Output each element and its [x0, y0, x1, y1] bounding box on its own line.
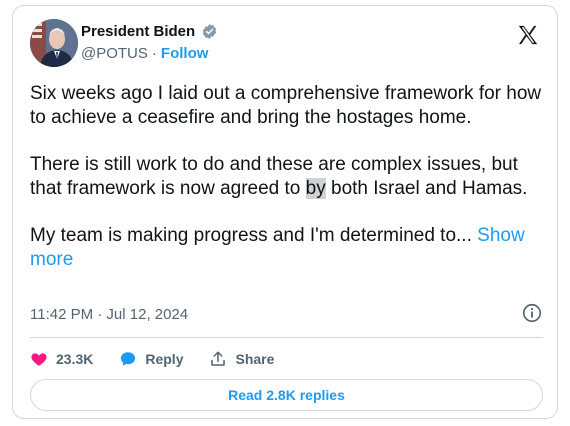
- avatar-image: [30, 19, 78, 67]
- avatar[interactable]: [30, 19, 78, 67]
- handle-separator: ·: [151, 45, 157, 62]
- like-count: 23.3K: [56, 351, 94, 367]
- tweet-paragraph-2: There is still work to do and these are …: [30, 153, 545, 201]
- highlighted-word: by: [305, 178, 326, 199]
- reply-label: Reply: [145, 351, 184, 367]
- action-bar: 23.3K Reply Share: [30, 346, 274, 372]
- verified-badge-icon: [202, 24, 217, 39]
- reply-bubble-icon: [121, 352, 136, 366]
- timestamp[interactable]: 11:42 PM · Jul 12, 2024: [30, 306, 188, 323]
- tweet-text: Six weeks ago I laid out a comprehensive…: [30, 82, 545, 272]
- divider: [30, 337, 543, 338]
- tweet-paragraph-3: My team is making progress and I'm deter…: [30, 224, 545, 272]
- share-icon: [211, 351, 226, 366]
- tweet-paragraph-1: Six weeks ago I laid out a comprehensive…: [30, 83, 542, 128]
- handle-row: @POTUS · Follow: [81, 45, 208, 62]
- paragraph-2-text-end: both Israel and Hamas.: [325, 178, 528, 199]
- author-name[interactable]: President Biden: [81, 23, 195, 40]
- author-name-row: President Biden: [81, 23, 218, 40]
- heart-icon: [31, 353, 47, 366]
- reply-button[interactable]: Reply: [119, 350, 183, 368]
- share-label: Share: [235, 351, 275, 367]
- tweet-card: President Biden @POTUS · Follow Six week…: [12, 5, 558, 419]
- share-button[interactable]: Share: [209, 350, 274, 368]
- info-icon[interactable]: [521, 302, 543, 324]
- like-button[interactable]: 23.3K: [30, 350, 93, 368]
- x-logo-icon[interactable]: [517, 24, 539, 46]
- follow-button[interactable]: Follow: [161, 45, 209, 62]
- author-handle[interactable]: @POTUS: [81, 45, 148, 62]
- paragraph-3-text: My team is making progress and I'm deter…: [30, 225, 472, 246]
- read-replies-button[interactable]: Read 2.8K replies: [30, 379, 543, 411]
